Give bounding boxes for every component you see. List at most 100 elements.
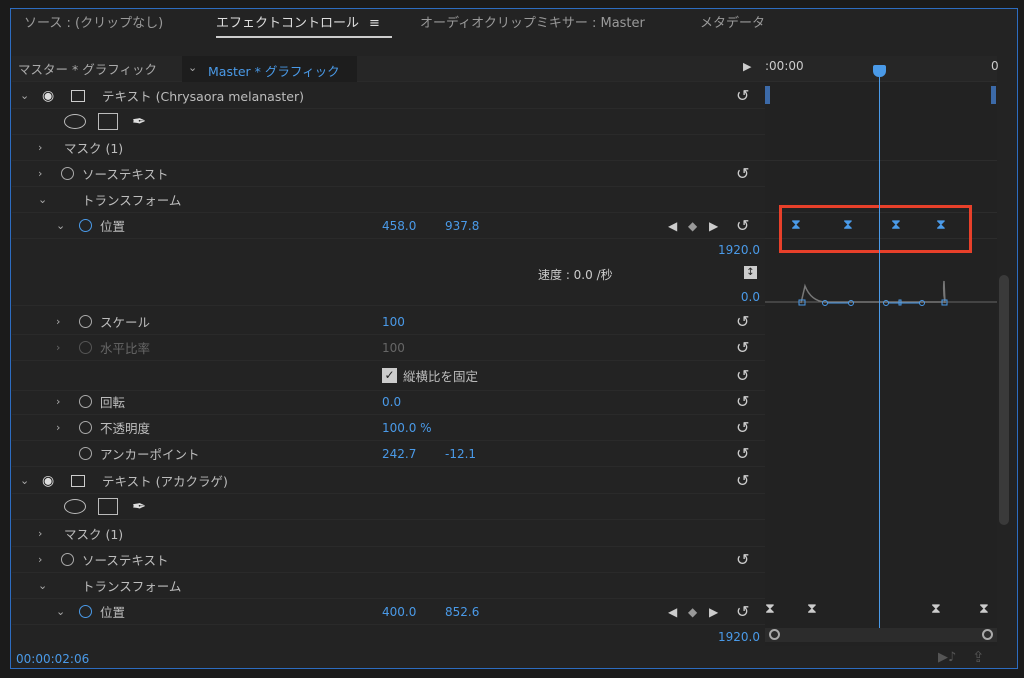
opacity-label: 不透明度 <box>100 421 151 436</box>
rectangle-mask-icon[interactable] <box>98 498 118 515</box>
keyframe-icon[interactable]: ⧗ <box>931 601 941 617</box>
chevron-down-icon[interactable]: ⌄ <box>38 579 47 592</box>
hamburger-icon[interactable]: ≡ <box>369 16 380 31</box>
chevron-right-icon[interactable]: › <box>56 315 60 328</box>
transform-box-icon[interactable] <box>71 474 85 487</box>
ellipse-mask-icon[interactable] <box>64 114 86 129</box>
chevron-down-icon[interactable]: ⌄ <box>56 219 65 232</box>
chevron-right-icon[interactable]: › <box>38 141 42 154</box>
chevron-down-icon[interactable]: ⌄ <box>56 605 65 618</box>
reset-icon[interactable]: ↺ <box>736 164 749 183</box>
reset-icon[interactable]: ↺ <box>736 444 749 463</box>
stopwatch-icon[interactable] <box>79 421 92 434</box>
play-audio-icon[interactable]: ▶♪ <box>938 650 956 665</box>
stopwatch-icon <box>79 341 92 354</box>
ellipse-mask-icon[interactable] <box>64 499 86 514</box>
prev-keyframe-icon[interactable]: ◀ <box>668 219 677 233</box>
position-x-value[interactable]: 458.0 <box>382 219 416 233</box>
rectangle-mask-icon[interactable] <box>98 113 118 130</box>
chevron-right-icon: › <box>56 341 61 354</box>
chevron-down-icon[interactable]: ⌄ <box>20 474 29 487</box>
tab-audio-clip-mixer[interactable]: オーディオクリップミキサー : Master <box>420 12 645 31</box>
add-keyframe-icon[interactable]: ◆ <box>688 605 697 619</box>
anchor-y-value[interactable]: -12.1 <box>445 447 476 461</box>
reset-icon[interactable]: ↺ <box>736 550 749 569</box>
stopwatch-icon[interactable] <box>79 395 92 408</box>
tab-source[interactable]: ソース : (クリップなし) <box>24 12 163 31</box>
source-text-label: ソーステキスト <box>82 167 169 182</box>
opacity-value[interactable]: 100.0 % <box>382 421 432 435</box>
reset-icon[interactable]: ↺ <box>736 418 749 437</box>
zoom-scrollbar[interactable] <box>765 628 997 642</box>
current-clip-label: Master * グラフィック <box>208 64 340 79</box>
chevron-right-icon[interactable]: › <box>38 553 42 566</box>
reset-icon[interactable]: ↺ <box>736 366 749 385</box>
clip-start-marker[interactable] <box>765 86 770 104</box>
transform-box-icon[interactable] <box>71 89 85 102</box>
keyframe-timeline[interactable]: :00:00 0 ⧗ ⧗ ⧗ ⧗ ⧗ ⧗ ⧗ ⧗ <box>765 56 999 646</box>
stopwatch-icon[interactable] <box>79 219 92 232</box>
position-y-value[interactable]: 937.8 <box>445 219 479 233</box>
lock-aspect-label: 縦横比を固定 <box>403 369 479 384</box>
anchor-x-value[interactable]: 242.7 <box>382 447 416 461</box>
play-audio-arrow-icon[interactable]: ▶ <box>743 60 751 73</box>
keyframe-icon[interactable]: ⧗ <box>765 601 775 617</box>
pen-mask-icon[interactable]: ✒ <box>132 497 146 517</box>
position-label: 位置 <box>100 219 126 234</box>
lock-aspect-checkbox[interactable]: ✓ <box>382 368 397 383</box>
effects-list: マスター * グラフィック ⌄ Master * グラフィック ▶ ⌄ ◉ テキ… <box>12 56 765 646</box>
velocity-label: 速度 : 0.0 /秒 <box>538 268 613 282</box>
reset-icon[interactable]: ↺ <box>736 471 749 490</box>
layer-row[interactable]: ⌄ ◉ テキスト (アカクラゲ) ↺ <box>12 468 765 494</box>
expand-graph-icon[interactable]: ↕ <box>744 266 757 279</box>
chevron-right-icon[interactable]: › <box>56 421 60 434</box>
chevron-down-icon[interactable]: ⌄ <box>20 89 29 102</box>
playhead-handle[interactable] <box>873 65 886 77</box>
layer-row[interactable]: ⌄ ◉ テキスト (Chrysaora melanaster) ↺ <box>12 83 765 109</box>
position-row: ⌄ 位置 458.0 937.8 ◀ ◆ ▶ ↺ <box>12 213 765 239</box>
reset-icon[interactable]: ↺ <box>736 216 749 235</box>
rotation-value[interactable]: 0.0 <box>382 395 401 409</box>
reset-icon[interactable]: ↺ <box>736 312 749 331</box>
stopwatch-icon[interactable] <box>79 605 92 618</box>
position-y-value[interactable]: 852.6 <box>445 605 479 619</box>
reset-icon[interactable]: ↺ <box>736 392 749 411</box>
vertical-scrollbar[interactable] <box>999 275 1009 525</box>
add-keyframe-icon[interactable]: ◆ <box>688 219 697 233</box>
scale-value[interactable]: 100 <box>382 315 405 329</box>
eye-icon[interactable]: ◉ <box>42 473 54 489</box>
current-timecode[interactable]: 00:00:02:06 <box>16 652 89 666</box>
reset-icon[interactable]: ↺ <box>736 86 749 105</box>
clip-end-marker[interactable] <box>991 86 996 104</box>
next-keyframe-icon[interactable]: ▶ <box>709 219 718 233</box>
master-clip-label[interactable]: マスター * グラフィック <box>18 59 157 78</box>
stopwatch-icon[interactable] <box>61 553 74 566</box>
velocity-graph[interactable] <box>765 276 997 311</box>
tab-metadata[interactable]: メタデータ <box>700 12 765 31</box>
horizontal-scale-value: 100 <box>382 340 405 355</box>
mask-label: マスク (1) <box>64 141 124 156</box>
tab-effect-controls[interactable]: エフェクトコントロール ≡ <box>216 12 392 38</box>
position-label: 位置 <box>100 605 126 620</box>
position-graph-area: 1920.0 速度 : 0.0 /秒 ↕ 0.0 <box>12 240 765 306</box>
reset-icon[interactable]: ↺ <box>736 338 749 357</box>
stopwatch-icon[interactable] <box>61 167 74 180</box>
prev-keyframe-icon[interactable]: ◀ <box>668 605 677 619</box>
clip-selector[interactable]: ⌄ Master * グラフィック <box>182 56 357 82</box>
stopwatch-icon[interactable] <box>79 315 92 328</box>
stopwatch-icon[interactable] <box>79 447 92 460</box>
export-icon[interactable]: ⇪ <box>972 648 985 666</box>
keyframe-icon[interactable]: ⧗ <box>807 601 817 617</box>
chevron-right-icon[interactable]: › <box>38 527 42 540</box>
reset-icon[interactable]: ↺ <box>736 602 749 621</box>
position-x-value[interactable]: 400.0 <box>382 605 416 619</box>
pen-mask-icon[interactable]: ✒ <box>132 112 146 132</box>
chevron-down-icon[interactable]: ⌄ <box>38 193 47 206</box>
chevron-right-icon[interactable]: › <box>56 395 60 408</box>
zoom-handle-left[interactable] <box>769 629 780 640</box>
chevron-right-icon[interactable]: › <box>38 167 42 180</box>
zoom-handle-right[interactable] <box>982 629 993 640</box>
next-keyframe-icon[interactable]: ▶ <box>709 605 718 619</box>
eye-icon[interactable]: ◉ <box>42 88 54 104</box>
keyframe-icon[interactable]: ⧗ <box>979 601 989 617</box>
